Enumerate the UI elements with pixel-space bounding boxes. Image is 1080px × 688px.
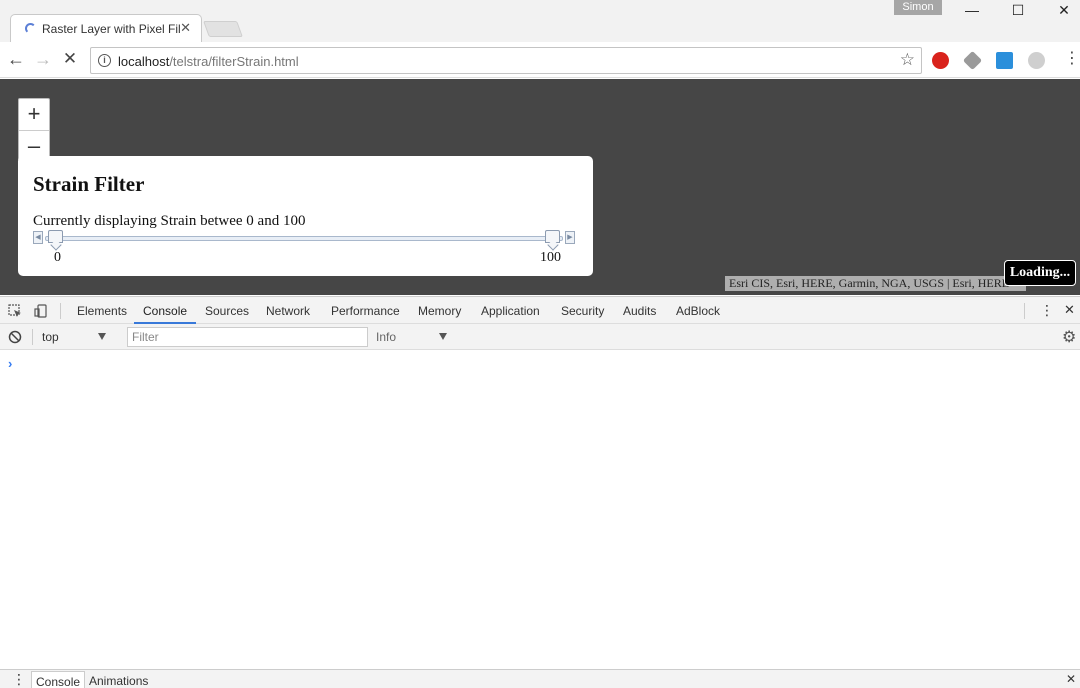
inspect-element-icon[interactable] [8,304,22,318]
log-level-select[interactable]: Info [376,330,396,344]
tab-strip: Raster Layer with Pixel Filter ✕ Simon —… [0,0,1080,42]
minimize-button[interactable]: — [961,2,983,20]
slider-max-thumb[interactable] [545,230,560,243]
forward-button[interactable]: → [33,50,53,70]
zoom-control: + – [18,98,50,161]
strain-filter-panel: Strain Filter Currently displaying Strai… [18,156,593,276]
map-attribution: Esri CIS, Esri, HERE, Garmin, NGA, USGS … [725,276,1026,291]
maximize-button[interactable]: ☐ [1007,2,1029,20]
console-toolbar: top Info ⚙ [0,324,1080,350]
log-level-dropdown-icon[interactable] [439,333,447,340]
map-view[interactable]: + – Strain Filter Currently displaying S… [0,79,1080,295]
new-tab-button[interactable] [203,21,243,37]
tab-security[interactable]: Security [561,304,604,318]
context-dropdown-icon[interactable] [98,333,106,340]
slider-track[interactable] [45,236,563,241]
devtools-drawer: ⋮ Console Animations ✕ [0,669,1080,688]
url-host: localhost [118,54,170,69]
drawer-menu-icon[interactable]: ⋮ [8,671,30,688]
url-text[interactable]: localhost/telstra/filterStrain.html [118,54,299,69]
device-toolbar-icon[interactable] [34,304,48,318]
tab-performance[interactable]: Performance [331,304,400,318]
console-prompt[interactable]: › [8,356,12,371]
devtools-tabbar: ⋮ ✕ Elements Console Sources Network Perform… [0,296,1080,324]
toolbar-divider [32,329,33,345]
slider-min-label: 0 [54,250,61,265]
drawer-close-icon[interactable]: ✕ [1062,671,1080,688]
panel-title: Strain Filter [33,172,145,196]
console-filter-input[interactable] [127,327,368,347]
slider-increment-icon[interactable]: ▶ [565,231,575,244]
tab-console[interactable]: Console [143,304,187,318]
image-extension-icon[interactable] [996,52,1013,69]
context-select[interactable]: top [42,330,59,344]
stop-loading-button[interactable]: ✕ [60,50,80,70]
drawer-tab-animations[interactable]: Animations [85,671,152,688]
browser-toolbar: ← → ✕ i localhost/telstra/filterStrain.h… [0,42,1080,78]
tab-close-icon[interactable]: ✕ [180,20,191,36]
tab-adblock[interactable]: AdBlock [676,304,720,318]
console-settings-gear-icon[interactable]: ⚙ [1062,327,1076,347]
opera-extension-icon[interactable] [932,52,949,69]
filter-description: Currently displaying Strain betwee 0 and… [33,213,306,229]
browser-tab[interactable]: Raster Layer with Pixel Filter ✕ [10,14,202,42]
tab-elements[interactable]: Elements [77,304,127,318]
profile-badge[interactable]: Simon [894,0,942,15]
address-bar[interactable]: i localhost/telstra/filterStrain.html ☆ [90,47,922,74]
menu-kebab-icon[interactable]: ⋮ [1062,50,1080,70]
tab-network[interactable]: Network [266,304,310,318]
strain-range-slider[interactable]: ◀ ▶ [33,230,575,247]
loading-indicator: Loading... [1004,260,1076,286]
loading-spinner-icon [25,23,36,34]
back-button[interactable]: ← [6,50,26,70]
slider-max-label: 100 [540,250,561,265]
drive-extension-icon[interactable] [962,50,983,71]
gray-extension-icon[interactable] [1028,52,1045,69]
toolbar-divider [1024,303,1025,319]
slider-decrement-icon[interactable]: ◀ [33,231,43,244]
tab-sources[interactable]: Sources [205,304,249,318]
zoom-in-button[interactable]: + [19,99,49,130]
toolbar-divider [60,303,61,319]
slider-min-thumb[interactable] [48,230,63,243]
url-path: /telstra/filterStrain.html [169,54,299,69]
close-window-button[interactable]: ✕ [1053,2,1075,20]
tab-memory[interactable]: Memory [418,304,461,318]
clear-console-icon[interactable] [8,330,22,344]
devtools-close-icon[interactable]: ✕ [1064,302,1075,318]
site-info-icon[interactable]: i [98,54,111,67]
tab-application[interactable]: Application [481,304,540,318]
devtools-menu-icon[interactable]: ⋮ [1040,302,1054,319]
drawer-tab-console[interactable]: Console [31,671,86,688]
bookmark-star-icon[interactable]: ☆ [900,50,915,70]
tab-title: Raster Layer with Pixel Filter [42,22,180,36]
tab-audits[interactable]: Audits [623,304,656,318]
